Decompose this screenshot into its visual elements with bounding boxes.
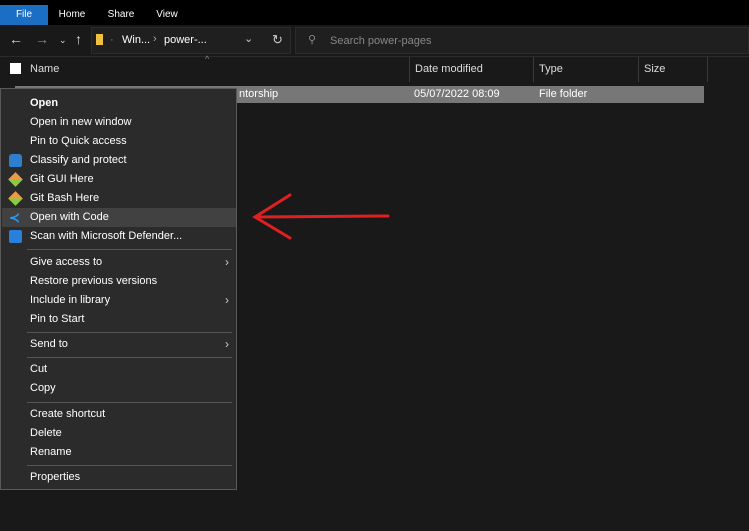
menu-item-create-shortcut[interactable]: Create shortcut [2,405,236,424]
ribbon-tabs: File Home Share View [0,5,749,25]
menu-item-rename[interactable]: Rename [2,443,236,462]
tab-home[interactable]: Home [52,5,92,25]
address-bar[interactable]: · Win... › power-... ⌄ ↻ [91,27,291,54]
folder-icon [96,34,103,45]
lock-icon [9,154,22,167]
file-name: ntorship [239,88,279,100]
menu-item-classify-protect[interactable]: Classify and protect [2,151,236,170]
search-input[interactable]: ⚲ Search power-pages [295,27,749,54]
navigation-bar: ← → ⌄ ↑ · Win... › power-... ⌄ ↻ ⚲ Searc… [0,25,749,57]
menu-separator [27,332,232,333]
menu-item-include-library[interactable]: Include in library › [2,291,236,310]
tab-share[interactable]: Share [102,5,140,25]
menu-item-cut[interactable]: Cut [2,360,236,379]
git-icon [8,172,23,187]
back-icon[interactable]: ← [9,31,23,47]
breadcrumb-item[interactable]: Win... [122,34,150,46]
column-header: Name ^ Date modified Type Size [0,54,749,82]
submenu-chevron-icon: › [225,337,229,351]
menu-item-send-to[interactable]: Send to › [2,335,236,354]
menu-item-copy[interactable]: Copy [2,379,236,398]
defender-icon [9,230,22,243]
menu-item-open[interactable]: Open [2,94,236,113]
menu-item-scan-defender[interactable]: Scan with Microsoft Defender... [2,227,236,246]
menu-separator [27,402,232,403]
context-menu: Open Open in new window Pin to Quick acc… [0,88,237,490]
menu-item-pin-start[interactable]: Pin to Start [2,310,236,329]
submenu-chevron-icon: › [225,293,229,307]
red-arrow-annotation [252,193,390,240]
select-all-checkbox[interactable] [10,63,21,74]
address-dropdown-icon[interactable]: ⌄ [244,32,253,45]
menu-item-git-gui[interactable]: Git GUI Here [2,170,236,189]
recent-chevron-icon[interactable]: ⌄ [59,35,67,46]
menu-item-delete[interactable]: Delete [2,424,236,443]
menu-separator [27,249,232,250]
menu-item-open-with-code[interactable]: ≺ Open with Code [2,208,236,227]
menu-item-give-access[interactable]: Give access to › [2,253,236,272]
menu-item-git-bash[interactable]: Git Bash Here [2,189,236,208]
breadcrumb-separator-icon: › [153,33,157,45]
column-date-modified[interactable]: Date modified [409,57,533,82]
menu-item-properties[interactable]: Properties [2,468,236,487]
submenu-chevron-icon: › [225,255,229,269]
file-date: 05/07/2022 08:09 [414,88,500,100]
menu-item-pin-quick-access[interactable]: Pin to Quick access [2,132,236,151]
refresh-icon[interactable]: ↻ [272,32,283,48]
column-type[interactable]: Type [533,57,638,82]
menu-separator [27,357,232,358]
up-icon[interactable]: ↑ [75,31,82,47]
forward-icon[interactable]: → [35,31,49,47]
search-icon: ⚲ [308,34,317,46]
menu-item-open-new-window[interactable]: Open in new window [2,113,236,132]
vscode-icon: ≺ [9,210,20,225]
file-type: File folder [539,88,588,100]
column-name[interactable]: Name [25,57,409,82]
sort-ascending-icon: ^ [205,54,210,64]
tab-file[interactable]: File [0,5,48,25]
menu-item-restore-versions[interactable]: Restore previous versions [2,272,236,291]
breadcrumb-item[interactable]: power-... [164,34,207,46]
menu-separator [27,465,232,466]
tab-view[interactable]: View [150,5,184,25]
git-icon [8,191,23,206]
column-size[interactable]: Size [638,57,708,82]
